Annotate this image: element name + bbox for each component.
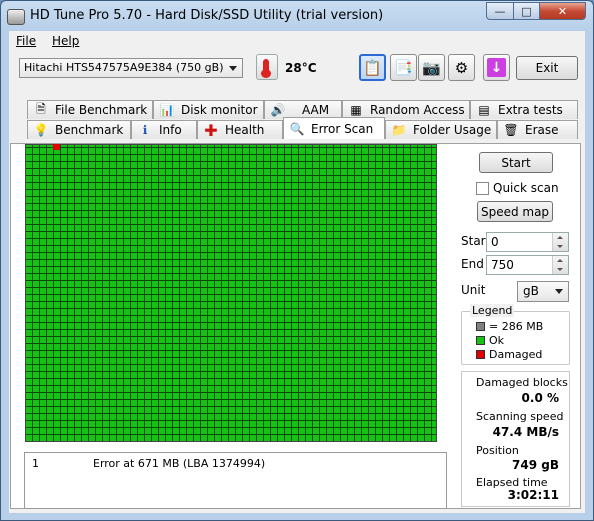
scan-stats: Damaged blocks 0.0 % Scanning speed 47.4… — [461, 371, 570, 507]
options-icon: ⚙ — [454, 58, 469, 77]
quick-scan-label: Quick scan — [493, 181, 559, 195]
tab-health[interactable]: ✚ Health — [197, 120, 283, 140]
tab-extra-tests[interactable]: ▤ Extra tests — [470, 100, 578, 119]
legend-swatch-damaged — [476, 350, 485, 359]
menu-bar: File Help — [9, 31, 585, 51]
legend-group: Legend = 286 MB Ok Damaged — [461, 304, 570, 365]
speed-map-button[interactable]: Speed map — [477, 201, 553, 222]
unit-select[interactable]: gB — [517, 281, 569, 302]
window-title: HD Tune Pro 5.70 - Hard Disk/SSD Utility… — [30, 8, 384, 23]
tab-benchmark[interactable]: 💡 Benchmark — [27, 120, 131, 139]
legend-damaged: Damaged — [476, 348, 542, 361]
disk-monitor-icon: 📊 — [159, 103, 175, 117]
legend-title: Legend — [470, 304, 515, 317]
damaged-blocks-value: 0.0 % — [521, 391, 559, 405]
scanning-speed-value: 47.4 MB/s — [492, 425, 559, 439]
hdtune-app-icon — [7, 9, 25, 25]
info-icon: ℹ — [142, 123, 148, 137]
tab-file-benchmark[interactable]: 🗎 File Benchmark — [27, 100, 153, 119]
random-access-icon: ▦ — [350, 103, 362, 117]
drive-select[interactable]: Hitachi HTS547575A9E384 (750 gB) — [19, 58, 243, 78]
thermometer-icon[interactable] — [256, 54, 278, 80]
position-label: Position — [476, 444, 519, 457]
copy-info-button[interactable]: 📋 — [359, 54, 386, 81]
magnifier-icon: 🔍 — [289, 121, 305, 136]
title-bar[interactable]: HD Tune Pro 5.70 - Hard Disk/SSD Utility… — [1, 1, 593, 31]
error-log-list[interactable]: 1 Error at 671 MB (LBA 1374994) — [24, 452, 447, 509]
quick-scan-checkbox[interactable]: Quick scan — [476, 181, 559, 195]
tab-disk-monitor[interactable]: 📊 Disk monitor — [153, 100, 264, 119]
speaker-icon: 🔊 — [270, 103, 286, 117]
unit-value: gB — [523, 284, 539, 298]
damaged-block-marker — [53, 144, 60, 150]
download-button[interactable]: ↓ — [483, 54, 510, 81]
screenshot-button[interactable]: 📷 — [418, 54, 445, 81]
menu-help[interactable]: Help — [52, 34, 79, 48]
end-label: End — [461, 257, 484, 271]
file-benchmark-icon: 🗎 — [36, 101, 46, 116]
legend-ok: Ok — [476, 334, 504, 347]
block-map — [25, 144, 437, 442]
log-index: 1 — [32, 457, 39, 470]
tab-error-scan[interactable]: 🔍 Error Scan — [283, 117, 385, 139]
tab-info[interactable]: ℹ Info — [131, 120, 197, 139]
toolbar: Hitachi HTS547575A9E384 (750 gB) 28°C 📋 … — [9, 51, 585, 87]
camera-icon: 📷 — [422, 58, 441, 77]
spinner-arrows-icon[interactable] — [552, 256, 568, 274]
options-button[interactable]: ⚙ — [448, 54, 475, 81]
start-value: 0 — [491, 235, 499, 249]
folder-icon: 📁 — [391, 123, 407, 137]
end-value: 750 — [491, 258, 514, 272]
chevron-down-icon — [229, 66, 237, 71]
chevron-down-icon — [555, 289, 563, 294]
legend-swatch-ok — [476, 336, 485, 345]
save-button[interactable]: 📑 — [390, 54, 417, 81]
app-window: HD Tune Pro 5.70 - Hard Disk/SSD Utility… — [0, 0, 594, 521]
legend-swatch-block — [476, 322, 485, 331]
start-scan-button[interactable]: Start — [479, 152, 553, 173]
extra-tests-icon: ▤ — [478, 103, 490, 117]
tab-erase[interactable]: 🗑 Erase — [497, 120, 578, 139]
close-button[interactable]: ✕ — [539, 2, 586, 20]
start-input[interactable]: 0 — [486, 232, 569, 252]
unit-label: Unit — [461, 283, 486, 297]
minimize-button[interactable]: — — [486, 2, 514, 20]
tab-folder-usage[interactable]: 📁 Folder Usage — [385, 120, 497, 139]
exit-button[interactable]: Exit — [516, 56, 578, 80]
temperature-readout: 28°C — [285, 61, 317, 75]
menu-file[interactable]: File — [16, 34, 36, 48]
elapsed-time-value: 3:02:11 — [507, 488, 559, 502]
position-value: 749 gB — [512, 458, 559, 472]
spinner-arrows-icon[interactable] — [552, 233, 568, 251]
download-icon: ↓ — [487, 58, 506, 77]
end-input[interactable]: 750 — [486, 255, 569, 275]
legend-block-size: = 286 MB — [476, 320, 543, 333]
damaged-blocks-label: Damaged blocks — [476, 376, 568, 389]
copy-icon: 📋 — [363, 58, 382, 77]
benchmark-icon: 💡 — [33, 123, 49, 137]
checkbox-box[interactable] — [476, 181, 489, 195]
trash-icon: 🗑 — [503, 123, 519, 137]
drive-select-value: Hitachi HTS547575A9E384 (750 gB) — [24, 61, 224, 74]
scanning-speed-label: Scanning speed — [476, 410, 564, 423]
health-icon: ✚ — [204, 120, 218, 140]
list-item[interactable]: 1 Error at 671 MB (LBA 1374994) — [32, 457, 432, 473]
maximize-button[interactable]: □ — [513, 2, 540, 20]
save-icon: 📑 — [394, 58, 413, 77]
log-message: Error at 671 MB (LBA 1374994) — [93, 457, 266, 470]
